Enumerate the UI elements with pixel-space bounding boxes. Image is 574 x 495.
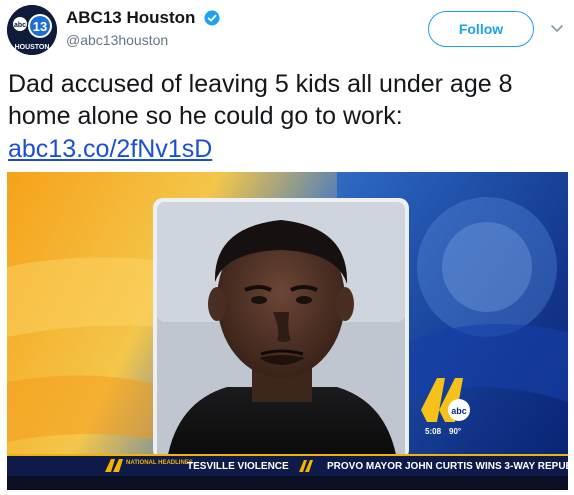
user-block[interactable]: ABC13 Houston @abc13houston [66,8,220,48]
svg-text:abc: abc [14,22,26,29]
svg-text:13: 13 [33,19,47,34]
broadcast-temperature: 90° [449,427,461,436]
broadcast-time: 5:08 [425,427,442,436]
tweet-media[interactable]: abc 5:08 90° NATIONAL HEADLINES TESVILLE… [7,172,568,490]
tweet-header: 13 abc HOUSTON ABC13 Houston @abc13houst… [0,0,574,64]
verified-badge-icon [204,10,220,26]
display-name[interactable]: ABC13 Houston [66,8,195,28]
ticker-tag: NATIONAL HEADLINES [126,460,193,466]
station-bug-text: abc [451,406,467,416]
abc13-logo-icon: 13 abc HOUSTON [7,5,57,55]
ticker-item-2: PROVO MAYOR JOHN CURTIS WINS 3-WAY REPUB… [327,461,568,472]
avatar[interactable]: 13 abc HOUSTON [7,5,57,55]
follow-button[interactable]: Follow [428,11,534,47]
tweet-link[interactable]: abc13.co/2fNv1sD [8,133,212,165]
chevron-down-icon[interactable] [550,24,564,34]
handle[interactable]: @abc13houston [66,32,220,48]
ticker-item-1: TESVILLE VIOLENCE [187,461,289,472]
tweet-text: Dad accused of leaving 5 kids all under … [8,70,513,130]
news-broadcast-image: abc 5:08 90° NATIONAL HEADLINES TESVILLE… [7,172,568,490]
svg-text:HOUSTON: HOUSTON [15,44,50,51]
